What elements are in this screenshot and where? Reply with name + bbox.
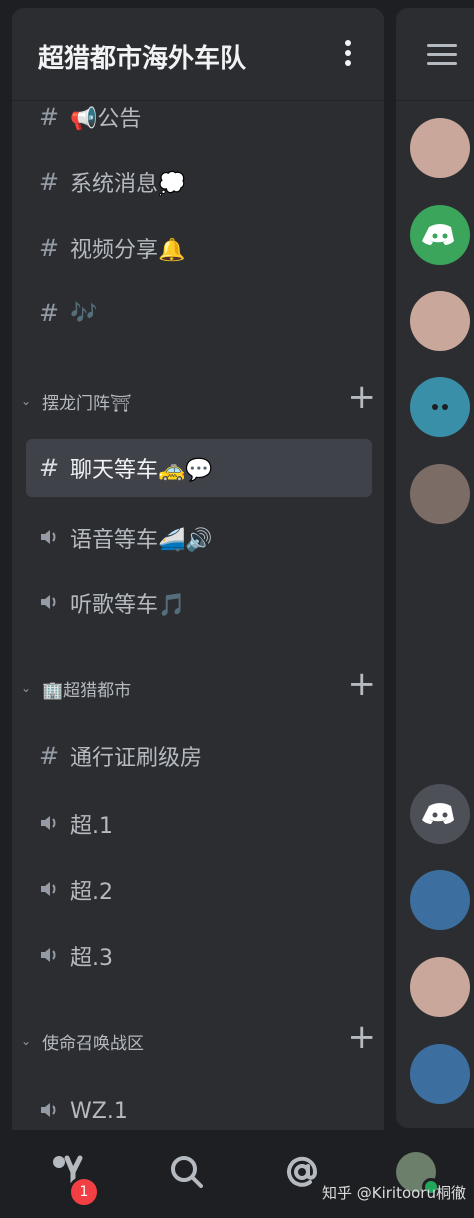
notification-badge: 1: [68, 1176, 100, 1208]
add-channel-icon[interactable]: +: [348, 667, 377, 701]
member-panel: [396, 8, 474, 1128]
member-avatar[interactable]: [410, 464, 470, 524]
hashtag-icon: #: [38, 234, 60, 262]
member-avatar[interactable]: [410, 118, 470, 178]
server-title[interactable]: 超猎都市海外车队: [38, 38, 246, 75]
chevron-down-icon: ⌄: [20, 681, 32, 695]
member-avatar[interactable]: [410, 377, 470, 437]
category-label: 摆龙门阵⛩: [42, 393, 132, 414]
server-header[interactable]: 超猎都市海外车队: [12, 8, 384, 101]
voice-channel-item[interactable]: 语音等车🚄🔊: [26, 509, 372, 567]
hashtag-icon: #: [38, 103, 60, 131]
chevron-down-icon: ⌄: [20, 394, 32, 408]
channel-item[interactable]: # 🎶: [26, 284, 372, 342]
channel-item[interactable]: # 视频分享🔔: [26, 219, 372, 277]
voice-channel-item[interactable]: 超.1: [26, 795, 372, 853]
bottom-nav: 1 知乎 @Kiritooru桐徹: [0, 1130, 474, 1218]
category-header[interactable]: ⌄ 摆龙门阵⛩ +: [18, 380, 376, 416]
channel-panel: 超猎都市海外车队 # 📢公告 # 系统消息💭 # 视频分享🔔 # 🎶 ⌄ 摆龙门…: [12, 8, 384, 1138]
add-channel-icon[interactable]: +: [348, 380, 377, 414]
member-avatar[interactable]: [410, 291, 470, 351]
more-options-icon[interactable]: [344, 40, 352, 68]
channel-label: 超.3: [70, 946, 113, 971]
category-label: 🏢超猎都市: [42, 680, 132, 701]
speaker-icon: [38, 876, 60, 904]
voice-channel-item[interactable]: 超.2: [26, 861, 372, 919]
member-avatar-discord[interactable]: [410, 784, 470, 844]
hamburger-menu-icon[interactable]: [427, 44, 457, 71]
channel-label: 听歌等车🎵: [70, 593, 186, 618]
member-avatar[interactable]: [410, 957, 470, 1017]
speaker-icon: [38, 810, 60, 838]
add-channel-icon[interactable]: +: [348, 1020, 377, 1054]
channel-label: 语音等车🚄🔊: [70, 528, 213, 553]
hashtag-icon: #: [38, 299, 60, 327]
discord-logo-icon: [422, 224, 454, 245]
discord-logo-icon: [422, 803, 454, 824]
voice-channel-item[interactable]: 听歌等车🎵: [26, 574, 372, 632]
member-avatar[interactable]: [410, 870, 470, 930]
channel-label: WZ.1: [70, 1098, 128, 1124]
hashtag-icon: #: [38, 454, 60, 482]
channel-label: 📢公告: [70, 107, 142, 132]
member-avatar[interactable]: [410, 1044, 470, 1104]
channel-item-active[interactable]: # 聊天等车🚕💬: [26, 439, 372, 497]
channel-label: 超.1: [70, 814, 113, 839]
voice-channel-item[interactable]: 超.3: [26, 927, 372, 985]
channel-label: 系统消息💭: [70, 172, 186, 197]
channel-label: 超.2: [70, 880, 113, 905]
category-label: 使命召唤战区: [42, 1033, 144, 1054]
channel-item[interactable]: # 通行证刷级房: [26, 727, 372, 785]
category-header[interactable]: ⌄ 使命召唤战区 +: [18, 1020, 376, 1056]
speaker-icon: [38, 524, 60, 552]
channel-label: 视频分享🔔: [70, 238, 186, 263]
speaker-icon: [38, 1097, 60, 1125]
mentions-icon[interactable]: [280, 1150, 324, 1194]
hashtag-icon: #: [38, 742, 60, 770]
category-header[interactable]: ⌄ 🏢超猎都市 +: [18, 667, 376, 703]
channel-item[interactable]: # 系统消息💭: [26, 153, 372, 211]
hashtag-icon: #: [38, 168, 60, 196]
speaker-icon: [38, 942, 60, 970]
watermark: 知乎 @Kiritooru桐徹: [321, 1184, 466, 1202]
channel-label: 聊天等车🚕💬: [70, 458, 213, 483]
search-icon[interactable]: [165, 1150, 209, 1194]
member-panel-header: [396, 8, 474, 101]
channel-label: 通行证刷级房: [70, 746, 203, 771]
chevron-down-icon: ⌄: [20, 1034, 32, 1048]
member-avatar-discord[interactable]: [410, 205, 470, 265]
channel-label: 🎶: [70, 300, 98, 326]
speaker-icon: [38, 589, 60, 617]
